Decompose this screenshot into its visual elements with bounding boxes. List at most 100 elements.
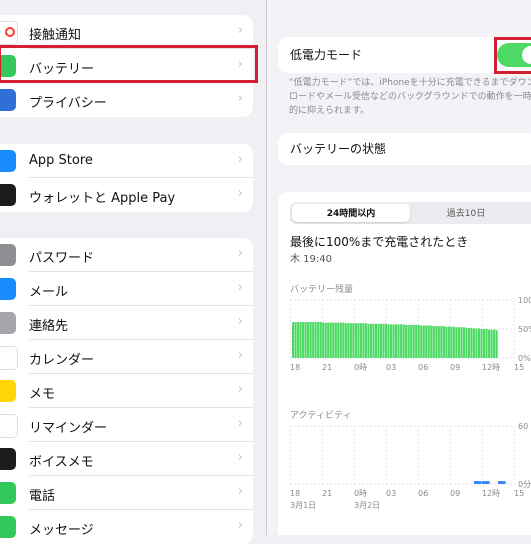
chart-bar <box>457 327 460 358</box>
chart-bar <box>472 328 476 358</box>
chart-bar <box>422 325 425 358</box>
x-tick-label: 03 <box>386 489 396 498</box>
battery-highlight-box <box>0 45 258 83</box>
chart-bar <box>462 327 466 358</box>
chart-bar <box>364 323 367 358</box>
calendar-icon <box>0 346 18 370</box>
settings-group-2: App Store › ウォレットと Apple Pay › <box>0 144 253 212</box>
chevron-right-icon: › <box>237 348 243 363</box>
chevron-right-icon: › <box>237 246 243 261</box>
chart-bar <box>417 324 420 358</box>
chart-bar <box>334 322 337 358</box>
settings-item-key[interactable]: パスワード › <box>0 238 253 272</box>
y-tick-label: 0% <box>518 354 531 363</box>
exposure-notification-icon <box>0 21 18 45</box>
settings-item-hand[interactable]: プライバシー › <box>0 83 253 117</box>
settings-item-label: ボイスメモ <box>29 455 94 470</box>
settings-item-contacts[interactable]: 連絡先 › <box>0 306 253 340</box>
settings-item-label: リマインダー <box>29 421 108 436</box>
chart-bar <box>445 326 448 358</box>
x-tick-label: 15 <box>514 489 524 498</box>
settings-item-voice-memos[interactable]: ボイスメモ › <box>0 442 253 476</box>
chart-bar <box>382 323 385 358</box>
chart-bar <box>374 323 378 358</box>
chart-bar <box>430 325 433 358</box>
settings-item-app-store[interactable]: App Store › <box>0 144 253 178</box>
settings-list-pane: 接触通知 › バッテリー › プライバシー › App Store › ウォレットと Appl… <box>0 0 266 544</box>
chart-bar <box>493 329 496 358</box>
x-tick-label: 06 <box>418 363 428 372</box>
x-tick-label: 03 <box>386 363 396 372</box>
chart-bar <box>344 323 347 358</box>
chevron-right-icon: › <box>237 382 243 397</box>
chart-bar <box>302 322 305 358</box>
chart-bar <box>384 323 388 358</box>
chart-bar <box>460 327 463 358</box>
settings-item-notes[interactable]: メモ › <box>0 374 253 408</box>
battery-usage-card: 24時間以内 過去10日 最後に100%まで充電されたとき 木 19:40 バッ… <box>278 192 531 535</box>
app-store-icon <box>0 150 16 172</box>
low-power-mode-row: 低電力モード <box>278 37 531 74</box>
settings-item-exposure-notification[interactable]: 接触通知 › <box>0 15 253 49</box>
x-tick-label: 18 <box>290 489 300 498</box>
settings-item-phone[interactable]: 電話 › <box>0 476 253 510</box>
chevron-right-icon: › <box>237 280 243 295</box>
settings-item-label: 連絡先 <box>29 319 69 334</box>
chart-bar <box>397 324 400 358</box>
settings-item-mail[interactable]: メール › <box>0 272 253 306</box>
tab-last-10-days[interactable]: 過去10日 <box>416 206 516 219</box>
chart-bar <box>467 327 471 358</box>
time-range-segmented-control: 24時間以内 過去10日 <box>290 202 531 224</box>
chart-bar <box>304 322 307 358</box>
chart-bar <box>354 323 357 358</box>
chart-bar <box>495 330 498 358</box>
settings-item-reminders[interactable]: リマインダー › <box>0 408 253 442</box>
battery-state-row[interactable]: バッテリーの状態 <box>278 133 531 165</box>
chart-bar <box>412 324 415 358</box>
settings-item-wallet[interactable]: ウォレットと Apple Pay › <box>0 178 253 212</box>
x-tick-label: 12時 <box>482 489 500 498</box>
chart-bar <box>490 329 493 358</box>
settings-item-label: App Store <box>29 153 93 168</box>
chevron-right-icon: › <box>237 152 243 167</box>
settings-item-calendar[interactable]: カレンダー › <box>0 340 253 374</box>
chart-bar <box>482 481 490 484</box>
settings-item-label: 電話 <box>29 489 56 504</box>
chart-bar <box>488 329 491 358</box>
x-tick-label: 09 <box>450 363 460 372</box>
chart-bar <box>367 323 370 358</box>
settings-item-label: メモ <box>29 387 56 402</box>
tab-24-hours[interactable]: 24時間以内 <box>292 206 410 219</box>
chart-bar <box>347 323 350 358</box>
chart-bar <box>410 324 413 358</box>
chevron-right-icon: › <box>237 416 243 431</box>
settings-item-messages[interactable]: メッセージ › <box>0 510 253 544</box>
chart-bar <box>450 326 453 358</box>
y-tick-label: 0分 <box>518 480 531 489</box>
chart-bar <box>292 322 295 358</box>
x-tick-label: 06 <box>418 489 428 498</box>
settings-item-label: パスワード <box>29 251 95 266</box>
y-tick-label: 50% <box>518 325 531 334</box>
chart-bar <box>352 323 355 358</box>
chevron-right-icon: › <box>237 91 243 106</box>
last-charged-title: 最後に100%まで充電されたとき <box>290 235 469 249</box>
chart-bar <box>437 326 440 358</box>
x-tick-label: 12時 <box>482 363 500 372</box>
x-date-label: 3月1日 <box>290 501 316 510</box>
reminders-icon <box>0 414 18 438</box>
chart-bar <box>392 324 395 358</box>
low-power-mode-label: 低電力モード <box>290 48 363 62</box>
x-tick-label: 18 <box>290 363 300 372</box>
hand-icon <box>0 89 16 111</box>
battery-state-label: バッテリーの状態 <box>290 142 387 156</box>
chart-bar <box>349 323 352 358</box>
chevron-right-icon: › <box>237 23 243 38</box>
chart-bar <box>432 326 435 358</box>
chevron-right-icon: › <box>237 186 243 201</box>
chart-bar <box>339 322 342 358</box>
chart-bar <box>314 322 317 358</box>
wallet-icon <box>0 184 16 206</box>
chart-bar <box>498 481 506 484</box>
settings-item-label: メール <box>29 285 69 300</box>
